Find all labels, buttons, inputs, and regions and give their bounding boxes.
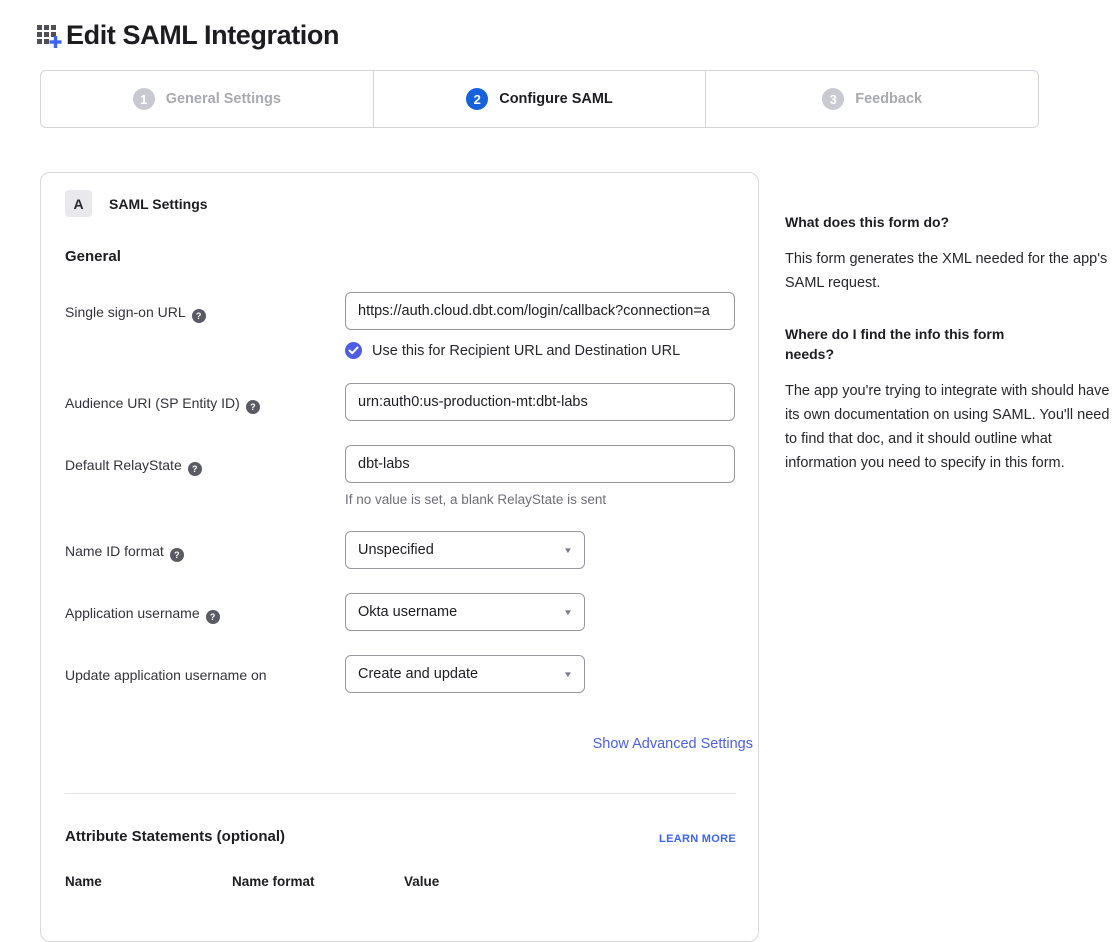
form-row-name-id-format: Name ID format? Unspecified ▼ [65, 531, 734, 569]
step-number-badge: 1 [133, 88, 155, 110]
column-header-name: Name [65, 874, 232, 889]
column-header-value: Value [404, 874, 439, 889]
attribute-statements-title: Attribute Statements (optional) [65, 828, 285, 845]
selected-value: Okta username [358, 604, 457, 620]
panel-header: A SAML Settings [65, 190, 734, 217]
selected-value: Create and update [358, 666, 478, 682]
relay-state-hint: If no value is set, a blank RelayState i… [345, 492, 735, 507]
saml-settings-card: A SAML Settings General Single sign-on U… [40, 172, 759, 942]
help-question-2: Where do I find the info this form needs… [785, 324, 1037, 364]
sso-url-input[interactable] [345, 292, 735, 330]
panel-title: SAML Settings [109, 196, 208, 212]
add-application-grid-icon [36, 21, 63, 51]
checkmark-icon [348, 346, 359, 355]
relay-state-input[interactable] [345, 445, 735, 483]
audience-uri-input[interactable] [345, 383, 735, 421]
help-question-1: What does this form do? [785, 212, 1118, 232]
step-label: Configure SAML [499, 91, 613, 107]
step-label: General Settings [166, 91, 281, 107]
column-header-name-format: Name format [232, 874, 404, 889]
chevron-down-icon: ▼ [563, 608, 573, 617]
step-configure-saml[interactable]: 2 Configure SAML [373, 71, 706, 127]
help-answer-1: This form generates the XML needed for t… [785, 247, 1118, 295]
form-row-audience-uri: Audience URI (SP Entity ID)? [65, 383, 734, 421]
form-row-relay-state: Default RelayState? If no value is set, … [65, 445, 734, 507]
help-icon[interactable]: ? [192, 309, 206, 323]
recipient-url-checkbox-label: Use this for Recipient URL and Destinati… [372, 343, 680, 359]
name-id-format-select[interactable]: Unspecified ▼ [345, 531, 585, 569]
form-row-update-username: Update application username on Create an… [65, 655, 734, 693]
help-icon[interactable]: ? [170, 548, 184, 562]
step-general-settings[interactable]: 1 General Settings [41, 71, 373, 127]
page-header: Edit SAML Integration [36, 20, 339, 51]
wizard-steps: 1 General Settings 2 Configure SAML 3 Fe… [40, 70, 1039, 128]
attribute-statements-header: Attribute Statements (optional) LEARN MO… [65, 828, 736, 845]
general-section-heading: General [65, 248, 734, 265]
update-username-select[interactable]: Create and update ▼ [345, 655, 585, 693]
app-username-select[interactable]: Okta username ▼ [345, 593, 585, 631]
audience-uri-label: Audience URI (SP Entity ID)? [65, 383, 345, 414]
app-username-label: Application username? [65, 593, 345, 624]
form-row-sso-url: Single sign-on URL? Use this for Recipie… [65, 292, 734, 359]
show-advanced-settings-link[interactable]: Show Advanced Settings [593, 736, 753, 752]
relay-state-label: Default RelayState? [65, 445, 345, 476]
form-row-app-username: Application username? Okta username ▼ [65, 593, 734, 631]
page-title: Edit SAML Integration [66, 20, 339, 51]
help-icon[interactable]: ? [206, 610, 220, 624]
help-answer-2: The app you're trying to integrate with … [785, 379, 1118, 475]
attribute-table-headers: Name Name format Value [65, 874, 734, 889]
step-number-badge: 3 [822, 88, 844, 110]
help-icon[interactable]: ? [246, 400, 260, 414]
recipient-url-checkbox-row: Use this for Recipient URL and Destinati… [345, 342, 735, 359]
sso-url-label: Single sign-on URL? [65, 292, 345, 323]
chevron-down-icon: ▼ [563, 670, 573, 679]
step-label: Feedback [855, 91, 922, 107]
advanced-settings-row: Show Advanced Settings [65, 735, 753, 753]
chevron-down-icon: ▼ [563, 546, 573, 555]
section-divider [65, 793, 736, 794]
step-number-badge: 2 [466, 88, 488, 110]
learn-more-link[interactable]: LEARN MORE [659, 833, 736, 845]
step-feedback[interactable]: 3 Feedback [705, 71, 1038, 127]
name-id-format-label: Name ID format? [65, 531, 345, 562]
update-username-label: Update application username on [65, 655, 345, 684]
selected-value: Unspecified [358, 542, 434, 558]
help-sidebar: What does this form do? This form genera… [785, 212, 1118, 475]
recipient-url-checkbox[interactable] [345, 342, 362, 359]
section-a-badge: A [65, 190, 92, 217]
help-icon[interactable]: ? [188, 462, 202, 476]
